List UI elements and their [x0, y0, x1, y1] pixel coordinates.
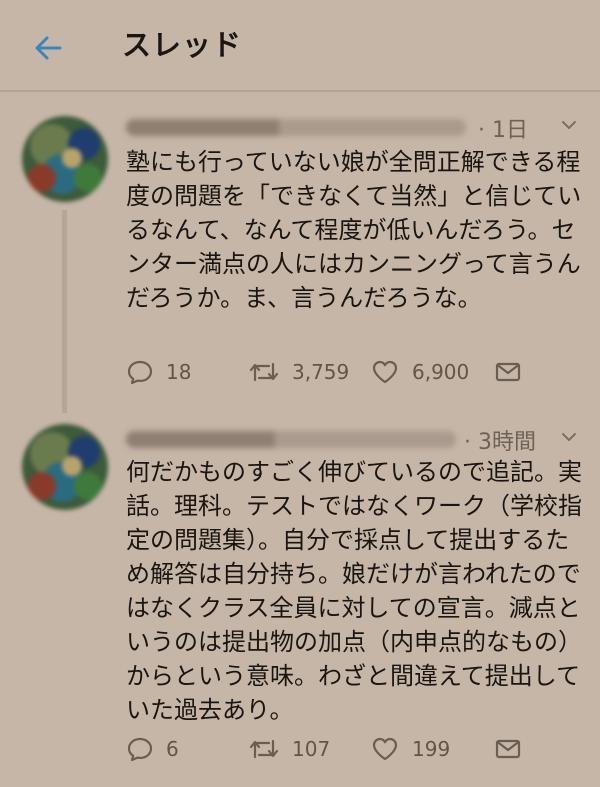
reply-button[interactable]: 18: [126, 355, 191, 389]
tweet-actions: 6 107 199: [126, 732, 546, 766]
reply-button[interactable]: 6: [126, 732, 179, 766]
thread-connector-line: [62, 210, 67, 413]
arrow-left-icon: [35, 36, 62, 60]
retweet-icon: [249, 739, 279, 759]
heart-icon: [372, 360, 398, 384]
tweet-text: 何だかものすごく伸びているので追記。実話。理科。テストではなくワーク（学校指定の…: [126, 458, 582, 724]
like-count: 199: [412, 737, 451, 761]
blurred-username: [126, 119, 466, 136]
retweet-icon: [249, 362, 279, 382]
reply-bubble-icon: [127, 737, 153, 762]
back-button[interactable]: [28, 28, 68, 68]
chevron-down-icon[interactable]: [558, 114, 580, 136]
reply-count: 6: [166, 737, 179, 761]
retweet-count: 107: [292, 737, 331, 761]
retweet-button[interactable]: 107: [248, 732, 330, 766]
like-button[interactable]: 6,900: [370, 355, 469, 389]
tweet-text: 塾にも行っていない娘が全問正解できる程度の問題を「できなくて当然」と信じているな…: [126, 148, 582, 312]
reply-bubble-icon: [127, 360, 153, 385]
retweet-count: 3,759: [292, 360, 350, 384]
heart-icon: [372, 737, 398, 761]
reply-count: 18: [166, 360, 192, 384]
envelope-icon: [495, 739, 521, 759]
blurred-username: [126, 431, 456, 448]
tweet-actions: 18 3,759 6,900: [126, 355, 546, 389]
page-title: スレッド: [122, 28, 243, 62]
tweet-timestamp[interactable]: · 3時間: [464, 424, 536, 456]
like-count: 6,900: [412, 360, 470, 384]
avatar[interactable]: [22, 116, 108, 202]
tweet-timestamp[interactable]: · 1日: [478, 112, 528, 144]
chevron-down-icon[interactable]: [558, 426, 580, 448]
tweet-meta: · 1日: [126, 112, 596, 144]
direct-message-button[interactable]: [494, 732, 522, 766]
retweet-button[interactable]: 3,759: [248, 355, 349, 389]
app-header: スレッド: [0, 0, 600, 92]
tweet-meta: · 3時間: [126, 424, 596, 456]
like-button[interactable]: 199: [370, 732, 450, 766]
direct-message-button[interactable]: [494, 355, 522, 389]
avatar[interactable]: [22, 424, 108, 510]
envelope-icon: [495, 362, 521, 382]
